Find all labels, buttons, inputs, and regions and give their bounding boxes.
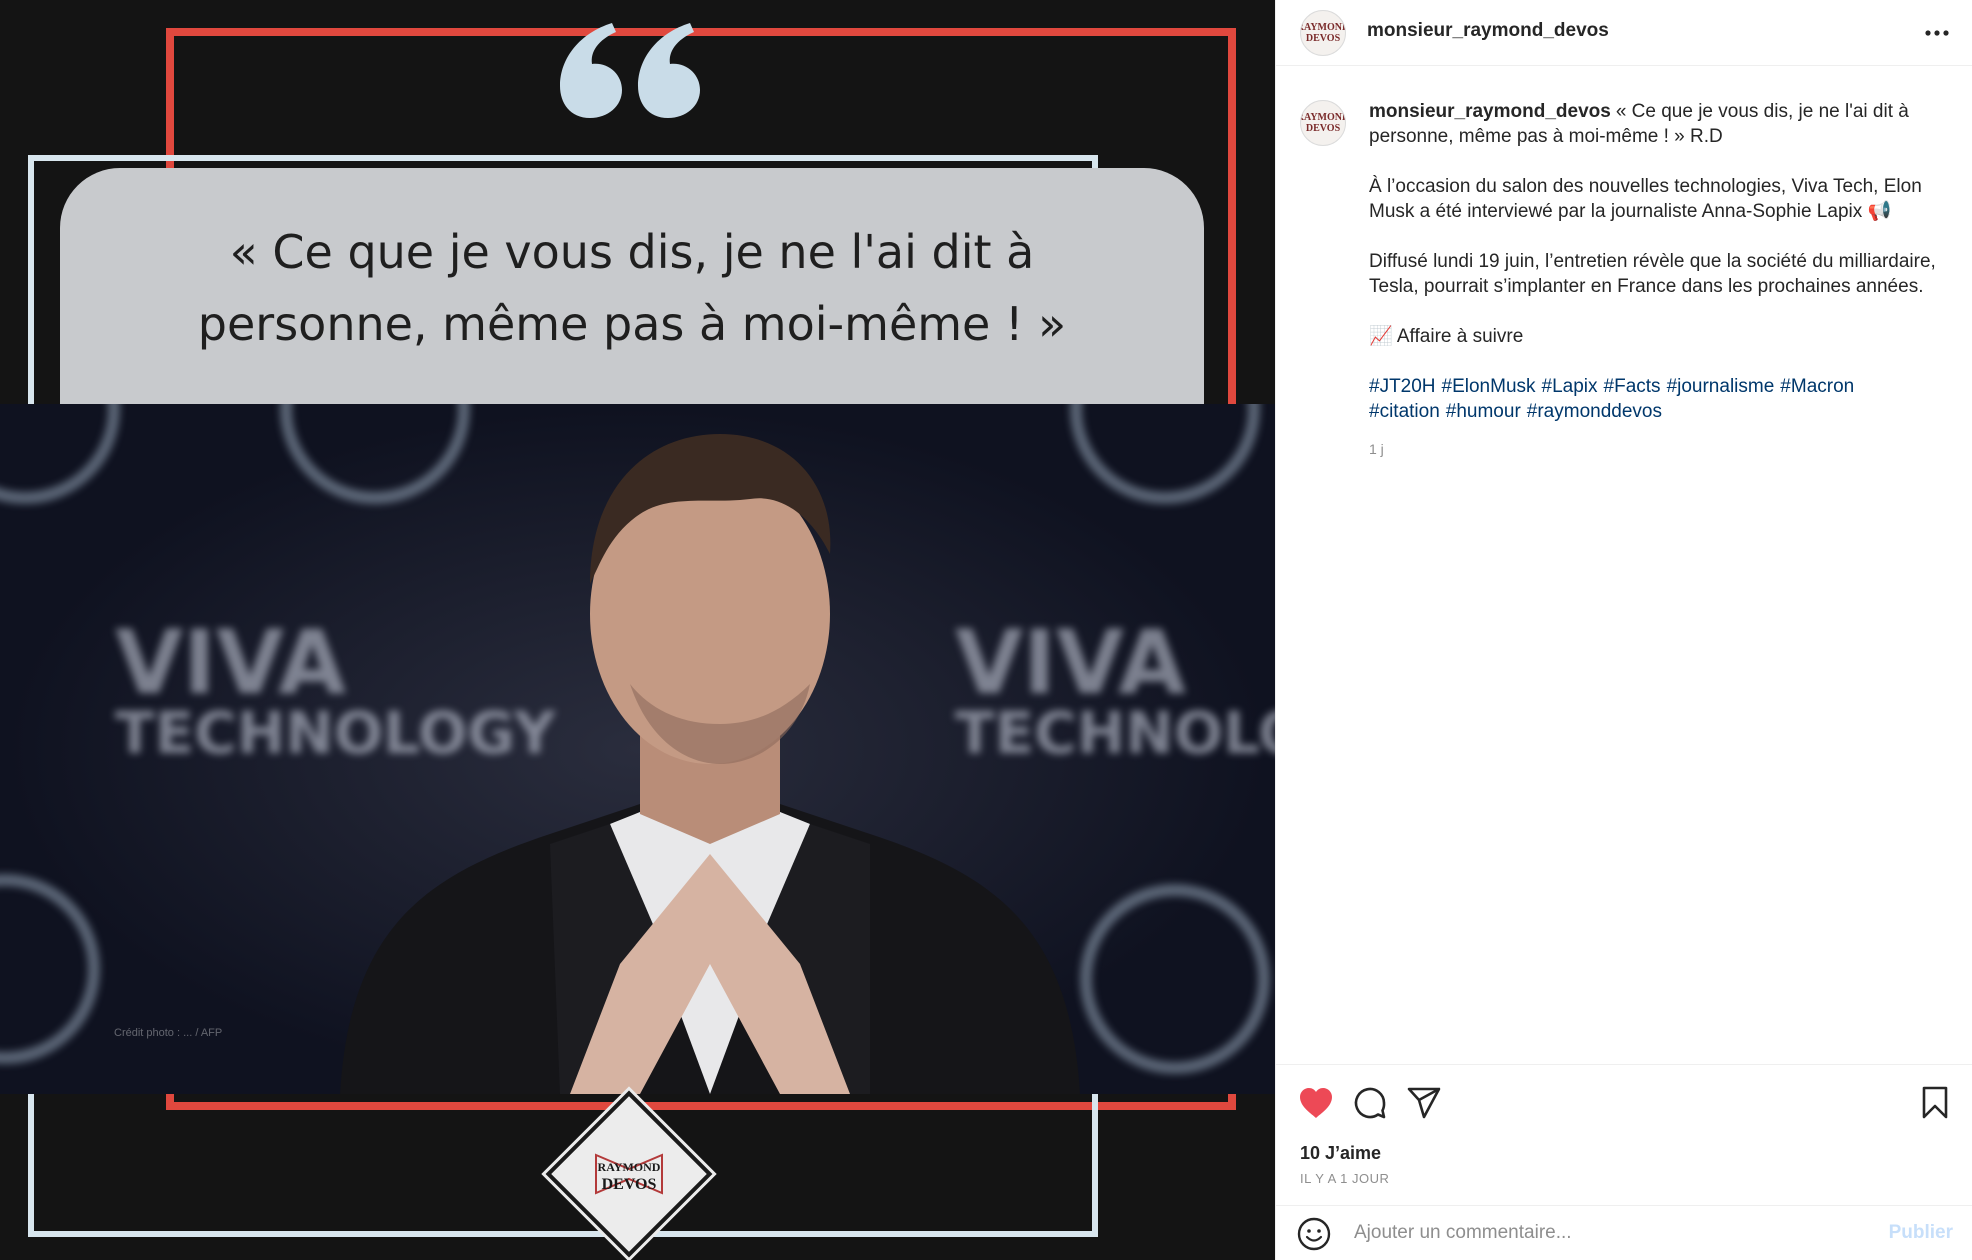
hashtag-link[interactable]: #ElonMusk	[1442, 376, 1536, 397]
publish-button[interactable]: Publier	[1889, 1222, 1953, 1244]
hashtag-link[interactable]: #Lapix	[1542, 376, 1598, 397]
emoji-icon[interactable]	[1294, 1214, 1334, 1254]
hashtag-link[interactable]: #Macron	[1780, 376, 1854, 397]
quote-text: « Ce que je vous dis, je ne l'ai dit à p…	[197, 225, 1067, 351]
hashtag-link[interactable]: #Facts	[1604, 376, 1661, 397]
bowtie-logo-icon: RAYMOND DEVOS	[595, 1153, 663, 1195]
heart-icon[interactable]	[1296, 1083, 1336, 1123]
quote-box: « Ce que je vous dis, je ne l'ai dit à p…	[60, 168, 1204, 428]
viva-logo-ring-decoration	[0, 404, 120, 504]
caption-paragraph: 📈 Affaire à suivre	[1369, 326, 1524, 347]
caption-paragraph: Diffusé lundi 19 juin, l’entretien révèl…	[1369, 251, 1936, 297]
avatar-text: RAYMOND DEVOS	[1301, 22, 1345, 44]
likes-count[interactable]: 10 J’aime	[1300, 1143, 1381, 1164]
share-icon[interactable]	[1404, 1083, 1444, 1123]
post-timestamp: IL Y A 1 JOUR	[1300, 1171, 1390, 1186]
hashtag-link[interactable]: #JT20H	[1369, 376, 1436, 397]
comment-input[interactable]	[1354, 1218, 1834, 1248]
hashtag-link[interactable]: #citation	[1369, 401, 1440, 422]
hashtag-link[interactable]: #raymonddevos	[1527, 401, 1662, 422]
avatar-text: RAYMOND DEVOS	[1301, 112, 1345, 134]
caption-paragraph: À l’occasion du salon des nouvelles tech…	[1369, 176, 1922, 222]
comment-icon[interactable]	[1350, 1083, 1390, 1123]
quote-mark-icon	[560, 23, 700, 118]
person-silhouette	[340, 434, 1080, 1094]
hashtag-list: #JT20H #ElonMusk #Lapix #Facts #journalisme #…	[1369, 374, 1939, 424]
hashtag-link[interactable]: #humour	[1446, 401, 1521, 422]
header-username[interactable]: monsieur_raymond_devos	[1367, 20, 1609, 42]
caption: monsieur_raymond_devos « Ce que je vous d…	[1369, 99, 1939, 462]
caption-username[interactable]: monsieur_raymond_devos	[1369, 101, 1611, 122]
avatar[interactable]: RAYMOND DEVOS	[1300, 10, 1346, 56]
post-header: RAYMOND DEVOS monsieur_raymond_devos	[1276, 0, 1972, 66]
post-image[interactable]: « Ce que je vous dis, je ne l'ai dit à p…	[0, 0, 1275, 1260]
svg-text:RAYMOND: RAYMOND	[598, 1160, 661, 1174]
hashtag-link[interactable]: #journalisme	[1667, 376, 1775, 397]
photo-credit: Crédit photo : ... / AFP	[114, 1027, 223, 1039]
post-sidebar: RAYMOND DEVOS monsieur_raymond_devos RAY…	[1275, 0, 1972, 1260]
avatar[interactable]: RAYMOND DEVOS	[1300, 100, 1346, 146]
viva-logo-ring-decoration	[0, 874, 100, 1064]
speaker-photo: VIVA TECHNOLOGY VIVA TECHNOLOGY Crédit p…	[0, 404, 1275, 1094]
caption-time[interactable]: 1 j	[1369, 437, 1939, 462]
brand-logo-text: RAYMOND DEVOS	[590, 1143, 668, 1205]
bookmark-icon[interactable]	[1915, 1083, 1955, 1123]
caption-area: RAYMOND DEVOS monsieur_raymond_devos« Ce…	[1276, 67, 1972, 1064]
more-icon[interactable]	[1922, 18, 1952, 48]
svg-text:DEVOS: DEVOS	[602, 1176, 657, 1193]
comment-bar: Publier	[1276, 1205, 1972, 1260]
action-bar: 10 J’aime IL Y A 1 JOUR	[1276, 1064, 1972, 1204]
